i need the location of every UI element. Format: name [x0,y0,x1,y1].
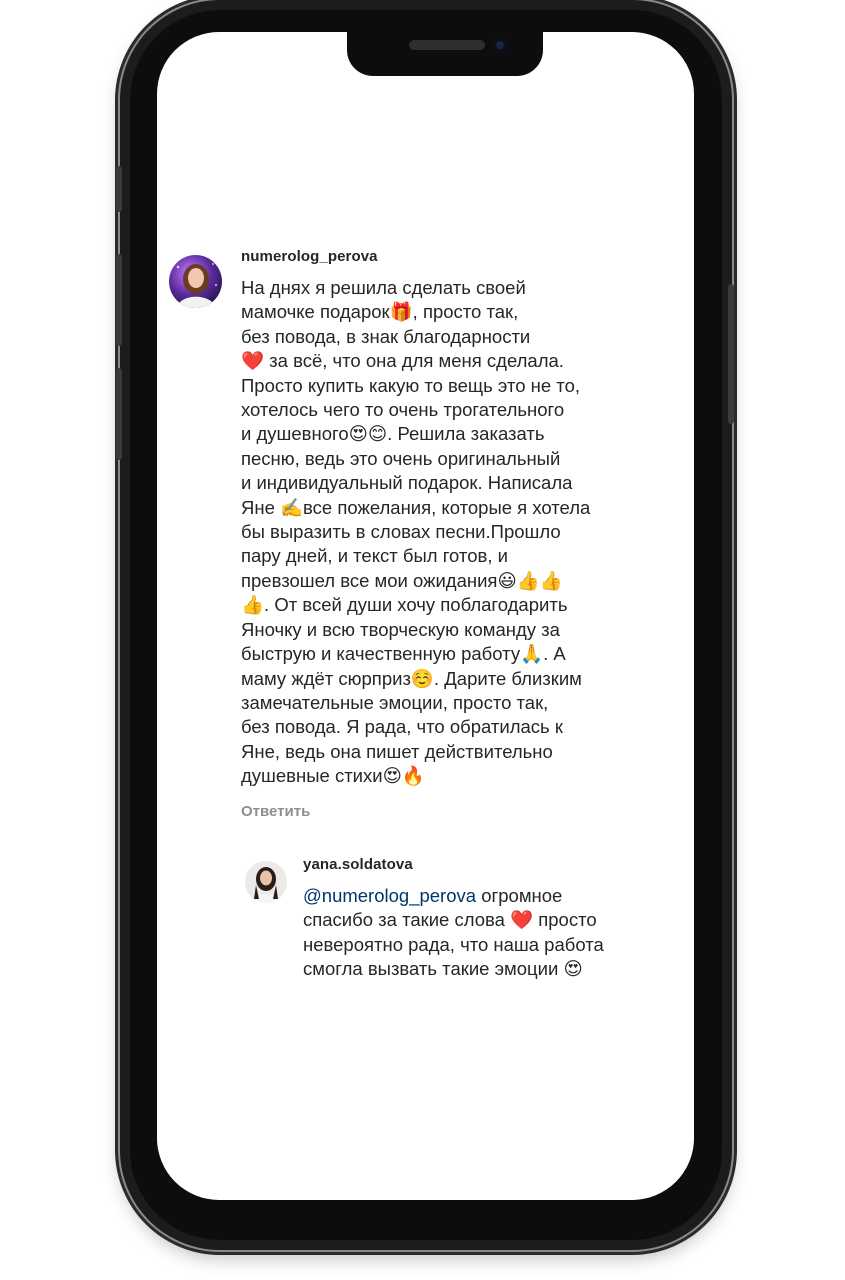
reply-line: @numerolog_perova огромное [303,884,604,908]
comment-line: ❤️ за всё, что она для меня сделала. [241,350,564,372]
comment-line: На днях я решила сделать своей [241,277,526,298]
comment-line: Яночку и всю творческую команду за [241,618,560,640]
comment-line: бы выразить в словах песни.Прошло [241,521,561,543]
comment-line: хотелось чего то очень трогательного [241,399,565,421]
comment-line: без повода. Я рада, что обратилась к [241,716,563,738]
comment: numerolog_perova На днях я решила сделат… [157,32,694,832]
mute-switch [116,166,122,212]
comment-line: замечательные эмоции, просто так, [241,691,549,713]
phone-screen: numerolog_perova На днях я решила сделат… [157,32,694,1200]
comment-username[interactable]: numerolog_perova [241,248,378,265]
reply-username[interactable]: yana.soldatova [303,856,413,873]
comment-line: пару дней, и текст был готов, и [241,545,508,567]
avatar-numerolog-perova[interactable] [169,255,222,308]
comment-text: На днях я решила сделать своей мамочке п… [241,276,590,789]
reply-line-text: огромное [476,885,563,906]
comment-line: мамочке подарок🎁, просто так, [241,301,519,323]
comment-line: быструю и качественную работу🙏. А [241,643,566,665]
comment-line: без повода, в знак благодарности [241,325,531,347]
profile-photo-icon [169,255,222,308]
comment-line: превзошел все мои ожидания😃👍👍 [241,569,563,591]
profile-photo-icon [245,861,287,903]
reply-line: смогла вызвать такие эмоции 😍 [303,958,583,980]
reply-line: спасибо за такие слова ❤️ просто [303,909,597,931]
comment-line: маму ждёт сюрприз☺️. Дарите близким [241,667,582,689]
comment-line: душевные стихи😍🔥 [241,765,425,787]
comment-line: 👍. От всей души хочу поблагодарить [241,594,568,616]
reply-text: @numerolog_perova огромное спасибо за та… [303,884,604,982]
comment-line: Яне ✍️все пожелания, которые я хотела [241,496,591,518]
avatar-yana-soldatova[interactable] [245,861,287,903]
comment-line: и индивидуальный подарок. Написала [241,472,573,494]
comment-line: Яне, ведь она пишет действительно [241,740,553,762]
volume-up-button [116,254,122,346]
comment-line: Просто купить какую то вещь это не то, [241,374,580,396]
reply-comment: yana.soldatova @numerolog_perova огромно… [157,832,694,1032]
mention-link[interactable]: @numerolog_perova [303,885,476,906]
power-button [728,284,734,424]
reply-line: невероятно рада, что наша работа [303,933,604,955]
comment-line: и душевного😍😊. Решила заказать [241,423,545,445]
comment-line: песню, ведь это очень оригинальный [241,447,561,469]
volume-down-button [116,368,122,460]
reply-button[interactable]: Ответить [241,803,310,820]
